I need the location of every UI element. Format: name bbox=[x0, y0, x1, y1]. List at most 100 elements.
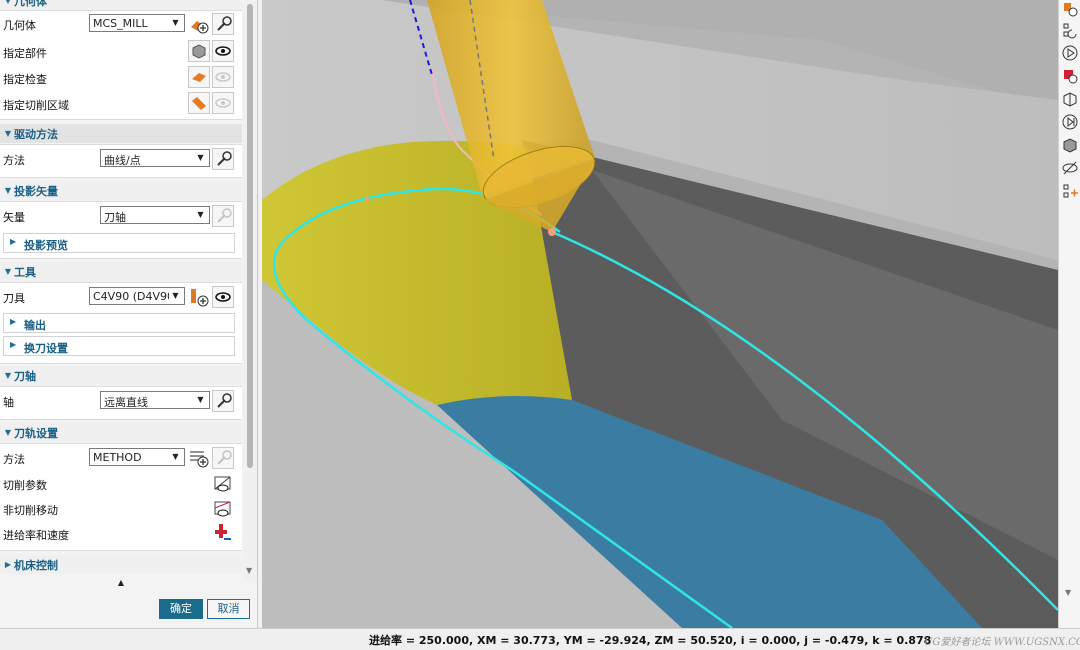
drive-method-label: 方法 bbox=[3, 154, 25, 167]
drive-method-select[interactable]: 曲线/点 ▼ bbox=[100, 149, 210, 167]
part-icon[interactable] bbox=[188, 40, 210, 62]
cut-area-icon[interactable] bbox=[188, 92, 210, 114]
toolbar-more-arrow-icon[interactable]: ▼ bbox=[1065, 588, 1071, 597]
output-label: 输出 bbox=[24, 319, 46, 332]
cancel-button[interactable]: 取消 bbox=[207, 599, 250, 619]
wrench-icon[interactable] bbox=[212, 148, 234, 170]
drive-method-value: 曲线/点 bbox=[104, 154, 141, 167]
specify-cut-area-label: 指定切削区域 bbox=[3, 99, 69, 112]
sequence-icon[interactable] bbox=[1061, 21, 1079, 39]
replay-icon[interactable] bbox=[1061, 113, 1079, 131]
axis-row: 轴 远离直线 ▼ bbox=[0, 389, 242, 413]
tool-select[interactable]: C4V90 (D4V90 ▼ bbox=[89, 287, 185, 305]
status-bar: 进给率 = 250.000, XM = 30.773, YM = -29.924… bbox=[0, 628, 1080, 650]
eye-disabled-icon bbox=[212, 66, 234, 88]
scrollbar-thumb[interactable] bbox=[247, 4, 253, 468]
new-tool-icon[interactable] bbox=[188, 286, 210, 308]
check-geometry-icon[interactable] bbox=[188, 66, 210, 88]
hide-icon[interactable] bbox=[1061, 159, 1079, 177]
scroll-down-arrow-icon[interactable]: ▼ bbox=[246, 566, 252, 575]
section-axis-header[interactable]: ▼ 刀轴 bbox=[0, 366, 242, 385]
section-machine-header[interactable]: ▶ 机床控制 bbox=[0, 555, 242, 574]
section-projection-header[interactable]: ▼ 投影矢量 bbox=[0, 181, 242, 200]
geometry-select[interactable]: MCS_MILL ▼ bbox=[89, 14, 185, 32]
geometry-row: 几何体 MCS_MILL ▼ bbox=[0, 12, 242, 36]
toolpath-point bbox=[365, 197, 369, 201]
vector-row: 矢量 刀轴 ▼ bbox=[0, 204, 242, 228]
output-subsection[interactable]: ▶ 输出 bbox=[3, 313, 235, 333]
cut-params-icon[interactable] bbox=[212, 473, 234, 495]
non-cut-moves-icon[interactable] bbox=[212, 498, 234, 520]
collapse-icon: ▼ bbox=[4, 129, 12, 138]
eye-icon[interactable] bbox=[212, 40, 234, 62]
tool-pick-icon[interactable] bbox=[1061, 0, 1079, 18]
collapse-icon: ▼ bbox=[4, 267, 12, 276]
cut-params-row: 切削参数 bbox=[0, 472, 242, 496]
verify-icon[interactable] bbox=[1061, 90, 1079, 108]
expand-icon: ▶ bbox=[10, 340, 17, 349]
wrench-disabled-icon bbox=[212, 447, 234, 469]
section-drive-header[interactable]: ▼ 驱动方法 bbox=[0, 124, 242, 143]
play-icon[interactable] bbox=[1061, 44, 1079, 62]
transform-icon[interactable] bbox=[1061, 182, 1079, 200]
new-method-icon[interactable] bbox=[188, 447, 210, 469]
new-geometry-icon[interactable] bbox=[188, 13, 210, 35]
status-text: 进给率 = 250.000, XM = 30.773, YM = -29.924… bbox=[369, 634, 932, 647]
watermark-text: UG爱好者论坛 WWW.UGSNX.COM bbox=[924, 637, 1080, 648]
tool-contact-point bbox=[548, 228, 556, 236]
specify-check-label: 指定检查 bbox=[3, 73, 47, 86]
section-geometry-header[interactable]: ▼ 几何体 bbox=[0, 0, 242, 10]
path-method-select[interactable]: METHOD ▼ bbox=[89, 448, 185, 466]
feeds-speeds-row: 进给率和速度 bbox=[0, 522, 242, 546]
specify-check-row: 指定检查 bbox=[0, 66, 242, 90]
tool-change-label: 换刀设置 bbox=[24, 342, 68, 355]
section-path-title: 刀轨设置 bbox=[14, 426, 58, 440]
generate-icon[interactable] bbox=[1061, 67, 1079, 85]
projection-preview-subsection[interactable]: ▶ 投影预览 bbox=[3, 233, 235, 253]
path-method-value: METHOD bbox=[93, 451, 142, 464]
axis-value: 远离直线 bbox=[104, 396, 148, 409]
wrench-icon[interactable] bbox=[212, 390, 234, 412]
ok-button[interactable]: 确定 bbox=[159, 599, 203, 619]
section-tool-header[interactable]: ▼ 工具 bbox=[0, 262, 242, 281]
tool-label: 刀具 bbox=[3, 292, 25, 305]
section-geometry-title: 几何体 bbox=[14, 0, 47, 8]
vector-value: 刀轴 bbox=[104, 211, 126, 224]
geometry-label: 几何体 bbox=[3, 19, 36, 32]
specify-part-label: 指定部件 bbox=[3, 47, 47, 60]
feeds-speeds-label: 进给率和速度 bbox=[3, 529, 69, 542]
section-axis-title: 刀轴 bbox=[14, 369, 36, 383]
expand-icon: ▶ bbox=[10, 317, 17, 326]
non-cut-moves-row: 非切削移动 bbox=[0, 497, 242, 521]
vector-select[interactable]: 刀轴 ▼ bbox=[100, 206, 210, 224]
expand-icon: ▶ bbox=[10, 237, 17, 246]
specify-part-row: 指定部件 bbox=[0, 40, 242, 64]
chevron-down-icon: ▼ bbox=[197, 153, 204, 162]
drive-method-row: 方法 曲线/点 ▼ bbox=[0, 147, 242, 171]
section-path-header[interactable]: ▼ 刀轨设置 bbox=[0, 423, 242, 442]
collapse-icon: ▼ bbox=[4, 371, 12, 380]
path-method-label: 方法 bbox=[3, 453, 25, 466]
collapse-icon: ▼ bbox=[4, 428, 12, 437]
collapse-icon: ▼ bbox=[4, 0, 12, 5]
feeds-speeds-icon[interactable] bbox=[212, 522, 234, 544]
collapse-icon: ▼ bbox=[4, 186, 12, 195]
vector-label: 矢量 bbox=[3, 211, 25, 224]
panel-scrollbar[interactable]: ▼ bbox=[243, 0, 257, 580]
cube-icon[interactable] bbox=[1061, 136, 1079, 154]
eye-disabled-icon bbox=[212, 92, 234, 114]
viewport-3d-scene bbox=[262, 0, 1058, 628]
specify-cut-area-row: 指定切削区域 bbox=[0, 92, 242, 116]
chevron-down-icon: ▼ bbox=[172, 452, 179, 461]
wrench-disabled-icon bbox=[212, 205, 234, 227]
collapse-panel-arrow-icon[interactable]: ▲ bbox=[0, 578, 242, 592]
wrench-icon[interactable] bbox=[212, 13, 234, 35]
chevron-down-icon: ▼ bbox=[172, 291, 179, 300]
tool-change-subsection[interactable]: ▶ 换刀设置 bbox=[3, 336, 235, 356]
chevron-down-icon: ▼ bbox=[197, 395, 204, 404]
graphics-viewport[interactable] bbox=[262, 0, 1058, 628]
chevron-down-icon: ▼ bbox=[172, 18, 179, 27]
tool-row: 刀具 C4V90 (D4V90 ▼ bbox=[0, 285, 242, 309]
tool-display-icon[interactable] bbox=[212, 286, 234, 308]
axis-select[interactable]: 远离直线 ▼ bbox=[100, 391, 210, 409]
